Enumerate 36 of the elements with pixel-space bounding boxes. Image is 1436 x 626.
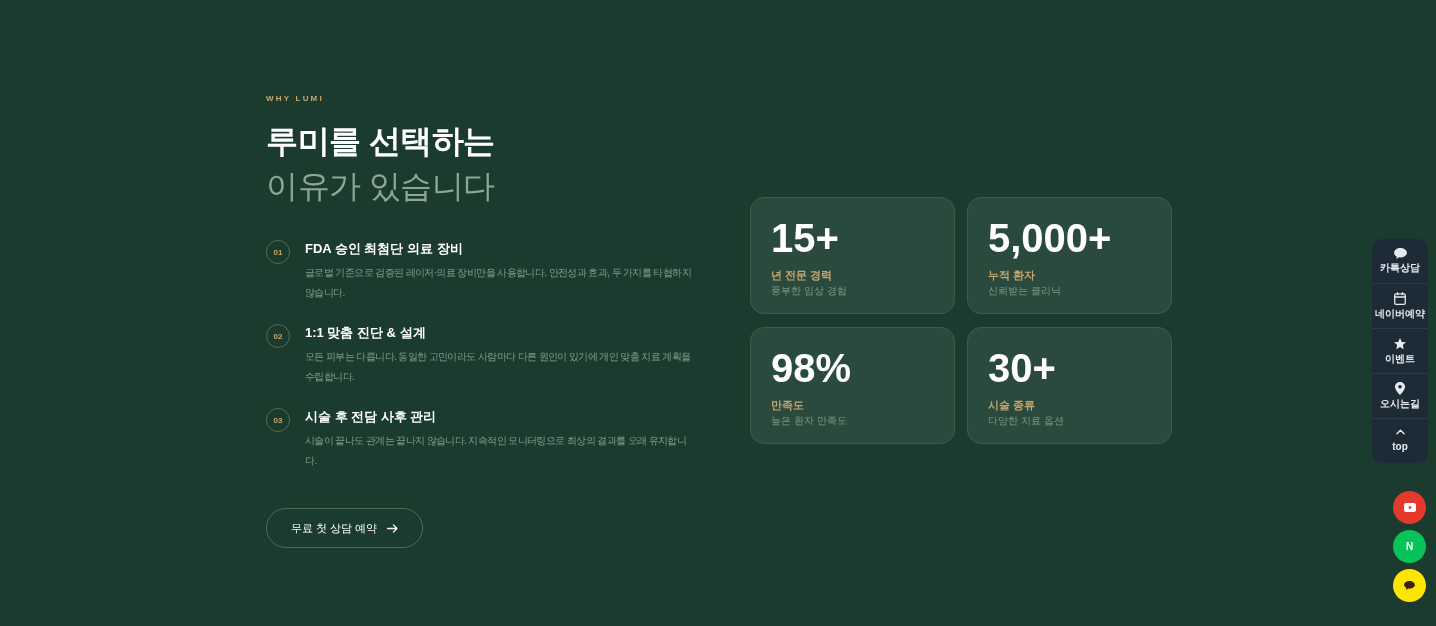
stat-value: 30+ bbox=[988, 346, 1057, 390]
calendar-icon bbox=[1394, 292, 1406, 305]
stat-label: 만족도 bbox=[771, 398, 805, 413]
star-icon bbox=[1394, 337, 1406, 350]
youtube-button[interactable] bbox=[1393, 491, 1426, 524]
stat-caption: 다양한 치료 옵션 bbox=[988, 414, 1065, 428]
stat-value: 98% bbox=[771, 346, 853, 390]
video-play-icon bbox=[1403, 503, 1416, 512]
arrow-right-icon bbox=[387, 523, 399, 533]
stat-caption: 풍부한 임상 경험 bbox=[771, 284, 848, 298]
stat-caption: 신뢰받는 클리닉 bbox=[988, 284, 1062, 298]
feature-description: 글로벌 기준으로 검증된 레이저·의료 장비만을 사용합니다. 안전성과 효과, 두 가지를 타협하지 않습니다. bbox=[305, 266, 693, 300]
feature-title: FDA 승인 최첨단 의료 장비 bbox=[305, 240, 464, 258]
stat-label: 년 전문 경력 bbox=[771, 268, 834, 283]
caret-up-icon bbox=[1395, 429, 1405, 435]
quick-menu-item[interactable]: 네이버예약 bbox=[1372, 284, 1428, 328]
stat-value: 15+ bbox=[771, 216, 840, 260]
section-title: 루미를 선택하는 bbox=[266, 122, 495, 161]
kakaotalk-button[interactable] bbox=[1393, 569, 1426, 602]
feature-description: 시술이 끝나도 관계는 끝나지 않습니다. 지속적인 모니터링으로 최상의 결과를 오래 유지합니다. bbox=[305, 434, 688, 468]
quick-menu-item[interactable]: top bbox=[1372, 419, 1428, 463]
speech-bubble-icon bbox=[1393, 248, 1407, 259]
feature-title: 시술 후 전담 사후 관리 bbox=[305, 408, 438, 426]
section-subtitle: 이유가 있습니다 bbox=[266, 167, 495, 206]
stat-label: 누적 환자 bbox=[988, 268, 1037, 283]
stat-label: 시술 종류 bbox=[988, 398, 1037, 413]
feature-description: 모든 피부는 다릅니다. 동일한 고민이라도 사람마다 다른 원인이 있기에 개인 맞춤 치료 계획을 수립합니다. bbox=[305, 350, 692, 384]
section-eyebrow: WHY LUMI bbox=[266, 93, 324, 105]
quick-menu-item[interactable]: 카톡상담 bbox=[1372, 239, 1428, 283]
stat-value: 5,000+ bbox=[988, 216, 1113, 260]
stat-caption: 높은 환자 만족도 bbox=[771, 414, 848, 428]
quick-menu-item[interactable]: 오시는길 bbox=[1372, 374, 1428, 418]
feature-title: 1:1 맞춤 진단 & 설계 bbox=[305, 324, 427, 342]
speech-bubble-icon bbox=[1404, 581, 1415, 590]
map-pin-icon bbox=[1395, 382, 1405, 395]
quick-menu-item[interactable]: 이벤트 bbox=[1372, 329, 1428, 373]
